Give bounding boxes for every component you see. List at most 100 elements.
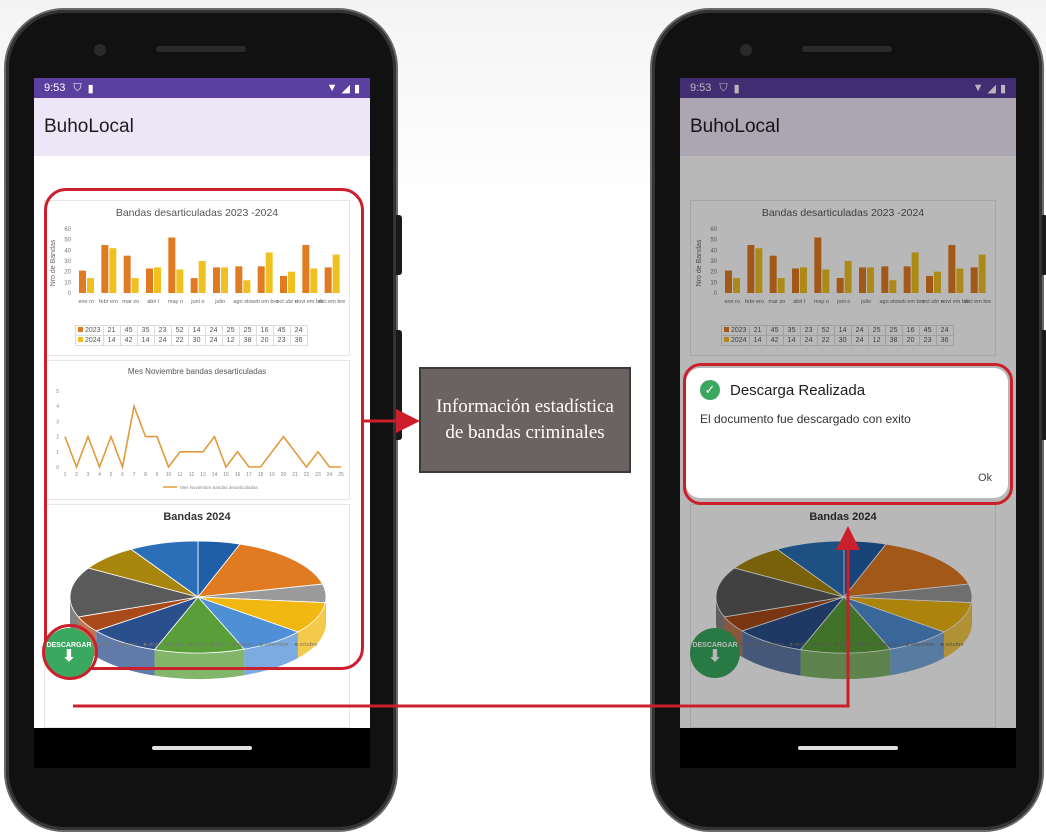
table-cell: 42 (119, 335, 138, 346)
legend-entry: marzo (117, 642, 137, 648)
bar-ytick: 50 (64, 238, 71, 244)
bar-2024-7 (243, 280, 251, 293)
screen: 9:53 ⛉ ▮ ▼ ◢ ▮ BuhoLocal Bandas desartic… (34, 78, 370, 768)
table-cell: 14 (187, 325, 206, 336)
bar-xtick: may o (168, 299, 183, 305)
line-xtick: 4 (98, 472, 101, 478)
bar-xtick: dici em bre (318, 299, 345, 305)
line-xtick: 12 (189, 472, 195, 478)
bar-2024-1 (109, 248, 117, 293)
wifi-icon: ▼ (326, 82, 338, 94)
bar-2023-3 (146, 268, 153, 293)
bar-chart-card: Bandas desarticuladas 2023 -2024 Nro de … (44, 200, 350, 356)
line-xtick: 15 (223, 472, 229, 478)
bar-data-table: 2023 21 45 35 23 52 14 24 25 25 16 45 24 2024 14 42 14 24… (75, 325, 308, 346)
bar-2023-0 (79, 270, 86, 293)
bar-xtick: ene ro (78, 299, 94, 305)
table-cell: 23 (272, 335, 291, 346)
line-legend: Mes Noviembre bandas desarticuladas (180, 485, 259, 490)
series-label: 2024 (75, 335, 104, 346)
legend-swatch (78, 327, 83, 332)
bar-2023-9 (280, 275, 287, 293)
legend-entry: julio (211, 642, 226, 648)
table-cell: 25 (238, 325, 257, 336)
line-xtick: 10 (166, 472, 172, 478)
table-cell: 24 (204, 325, 223, 336)
legend-entry: agosto (232, 642, 254, 648)
line-xtick: 7 (133, 472, 136, 478)
table-cell: 16 (255, 325, 274, 336)
bar-chart-title: Bandas desarticuladas 2023 -2024 (115, 207, 279, 219)
nav-bar (680, 728, 1016, 768)
status-time: 9:53 (44, 82, 66, 94)
table-cell: 20 (255, 335, 274, 346)
front-camera (94, 44, 106, 56)
nav-bar (34, 728, 370, 768)
bar-2024-2 (131, 278, 139, 293)
bar-ytick: 60 (64, 227, 71, 233)
line-ytick: 4 (56, 404, 59, 410)
table-cell: 21 (102, 325, 121, 336)
dialog-title: Descarga Realizada (730, 381, 866, 399)
bar-ytick: 0 (68, 291, 72, 297)
bar-xtick: mar zo (122, 299, 139, 305)
content[interactable]: Bandas desarticuladas 2023 -2024 Nro de … (34, 156, 370, 728)
line-xtick: 21 (292, 472, 298, 478)
bar-2024-9 (288, 271, 295, 293)
check-circle-icon: ✓ (700, 380, 720, 400)
line-xtick: 1 (64, 472, 67, 478)
line-ytick: 0 (56, 465, 59, 471)
line-xtick: 11 (177, 472, 182, 478)
volume-button (396, 330, 402, 440)
bar-ytick: 20 (64, 270, 71, 276)
home-gesture-pill[interactable] (798, 746, 898, 750)
front-camera (740, 44, 752, 56)
line-xtick: 6 (121, 472, 124, 478)
bar-2024-11 (332, 254, 340, 293)
line-ytick: 2 (56, 435, 59, 441)
series-label: 2023 (75, 325, 104, 336)
line-chart: 5432101 2 3 4 5 6 7 8 9 10 11 12 13 14 15 16 17 18 19 20 21 2… (56, 389, 344, 490)
bar-2023-10 (302, 245, 310, 293)
bar-2024-4 (176, 269, 184, 293)
bar-ytick: 40 (64, 248, 71, 254)
line-chart-title: Mes Noviembre bandas desarticuladas (127, 367, 267, 376)
bar-2024-10 (310, 268, 318, 293)
table-cell: 14 (102, 335, 121, 346)
callout-box: Información estadística de bandas crimin… (419, 367, 631, 473)
line-xtick: 9 (156, 472, 159, 478)
line-xtick: 18 (258, 472, 264, 478)
bar-xtick: ago sto (233, 299, 251, 305)
table-cell: 12 (221, 335, 240, 346)
bar-2024-0 (87, 278, 94, 293)
home-gesture-pill[interactable] (152, 746, 252, 750)
download-button[interactable]: DESCARGAR ⬇ (44, 628, 94, 678)
line-xtick: 23 (315, 472, 321, 478)
bar-2023-6 (213, 267, 220, 293)
table-cell: 25 (221, 325, 240, 336)
line-xtick: 3 (87, 472, 90, 478)
dialog-ok-button[interactable]: Ok (978, 472, 992, 484)
shield-icon: ⛉ (73, 81, 82, 94)
bar-2024-3 (154, 267, 161, 293)
legend-entry: mayo (165, 642, 183, 648)
screen: 9:53 ⛉ ▮ ▼ ◢ ▮ BuhoLocal Bandas desartic… (680, 78, 1016, 768)
table-cell: 38 (238, 335, 257, 346)
table-cell: 52 (170, 325, 189, 336)
table-row: 2023 21 45 35 23 52 14 24 25 25 16 45 24 (75, 325, 308, 336)
table-cell: 14 (136, 335, 155, 346)
line-xtick: 16 (235, 472, 241, 478)
legend-entry: octubre (294, 642, 317, 648)
line-xtick: 2 (75, 472, 78, 478)
bar-2023-1 (101, 245, 109, 293)
line-xtick: 17 (246, 472, 252, 478)
bar-2023-8 (257, 266, 265, 293)
bar-ytick: 10 (64, 280, 71, 286)
bar-2024-8 (265, 252, 273, 293)
table-cell: 22 (170, 335, 189, 346)
bar-xtick: juni o (190, 299, 204, 305)
table-cell: 24 (289, 325, 308, 336)
bar-2024-6 (221, 267, 228, 293)
signal-icon: ◢ (341, 82, 350, 95)
line-xtick: 25 (338, 472, 344, 478)
